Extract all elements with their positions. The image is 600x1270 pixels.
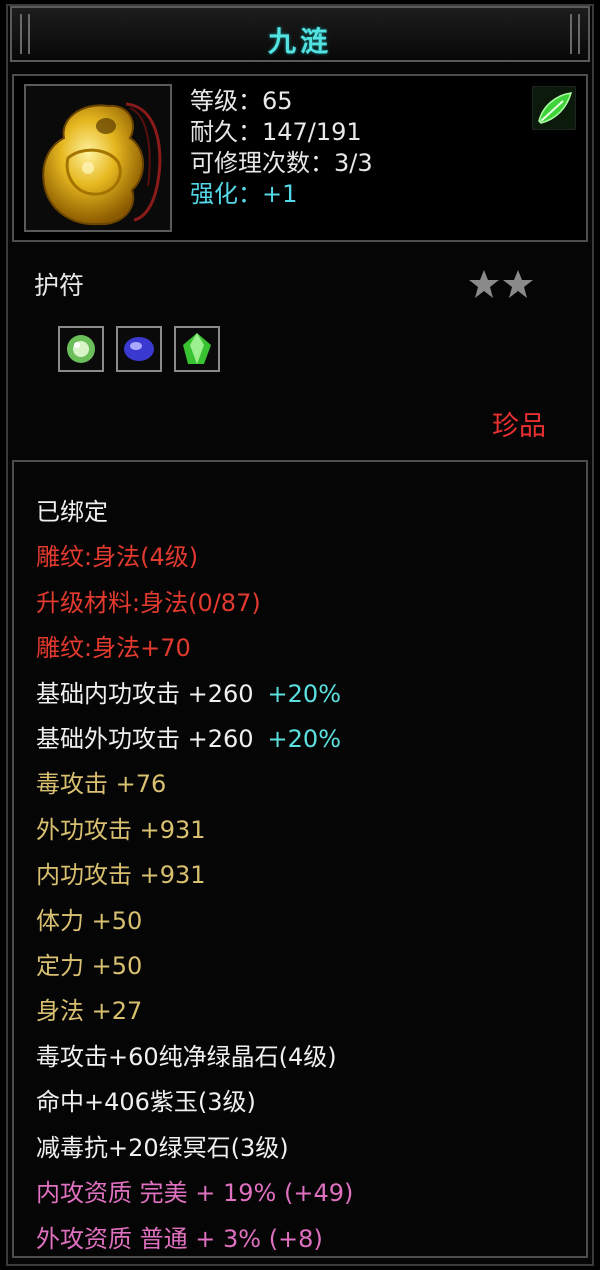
base-inner-attack-value: 基础内功攻击 +260 [36,679,254,708]
blue-sapphire-gem-icon[interactable] [116,326,162,372]
item-header-panel: 等级：65 耐久：147/191 可修理次数：3/3 强化：+1 [12,74,588,242]
rating-stars [468,268,534,304]
upgrade-material-line: 升级材料:身法(0/87) [36,588,261,617]
base-outer-attack-percent: +20% [267,725,341,754]
enhance-stat: 强化：+1 [190,180,298,208]
item-stats: 等级：65 耐久：147/191 可修理次数：3/3 强化：+1 [190,86,373,210]
repair-count-stat: 可修理次数：3/3 [190,149,373,177]
title-bar: 九涟 [10,6,590,62]
focus-line: 定力 +50 [36,952,143,981]
attributes-panel: 已绑定 雕纹:身法(4级) 升级材料:身法(0/87) 雕纹:身法+70 基础内… [12,460,588,1258]
base-outer-attack-value: 基础外功攻击 +260 [36,725,254,754]
green-leaf-badge-icon [532,86,576,130]
durability-stat: 耐久：147/191 [190,118,362,146]
green-crystal-gem-icon[interactable] [174,326,220,372]
inner-attack-line: 内功攻击 +931 [36,861,206,890]
outer-quality-line: 外攻资质 普通 + 3% (+8) [36,1224,323,1253]
jade-amulet-icon [42,102,162,226]
engrave-bonus-line: 雕纹:身法+70 [36,634,191,663]
base-inner-attack-line: 基础内功攻击 +260 +20% [36,672,353,717]
gem-slots [58,326,232,372]
engrave-line: 雕纹:身法(4级) [36,543,199,572]
attribute-list: 已绑定 雕纹:身法(4级) 升级材料:身法(0/87) 雕纹:身法+70 基础内… [36,490,353,1262]
base-inner-attack-percent: +20% [267,679,341,708]
star-icon [469,270,499,298]
star-icon [503,270,533,298]
bound-status: 已绑定 [36,498,108,526]
inner-quality-line: 内攻资质 完美 + 19% (+49) [36,1179,354,1208]
green-round-gem-icon[interactable] [58,326,104,372]
level-stat: 等级：65 [190,87,293,115]
gem-bonus-line-2: 命中+406紫玉(3级) [36,1088,256,1117]
poison-attack-line: 毒攻击 +76 [36,770,167,799]
agility-line: 身法 +27 [36,997,143,1026]
gem-bonus-line-1: 毒攻击+60纯净绿晶石(4级) [36,1042,337,1071]
stamina-line: 体力 +50 [36,906,143,935]
rarity-label: 珍品 [492,411,546,442]
outer-attack-line: 外功攻击 +931 [36,815,206,844]
item-name: 九涟 [267,25,332,58]
gem-bonus-line-3: 减毒抗+20绿冥石(3级) [36,1133,289,1162]
base-outer-attack-line: 基础外功攻击 +260 +20% [36,717,353,762]
item-icon-frame [24,84,172,232]
item-type: 护符 [34,271,85,300]
